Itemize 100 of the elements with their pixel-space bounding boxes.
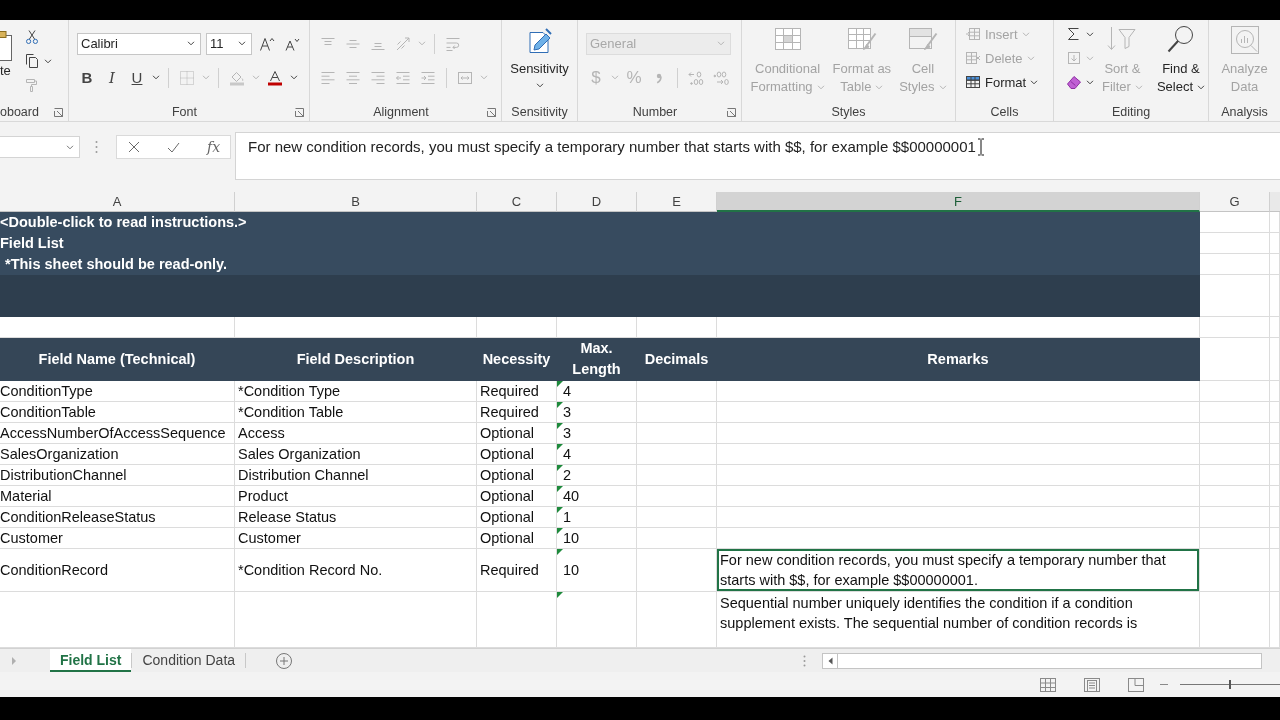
column-header[interactable]: F — [717, 192, 1200, 212]
empty-cell — [1200, 402, 1270, 423]
paste-button[interactable]: te — [0, 20, 14, 80]
table-cell: ConditionRecord — [0, 549, 235, 592]
find-select-button[interactable]: Find & Select — [1152, 20, 1210, 96]
table-cell: ConditionTable — [0, 402, 235, 423]
normal-view-icon[interactable] — [1040, 677, 1056, 692]
sensitivity-button[interactable]: Sensitivity — [506, 20, 573, 96]
caret-icon[interactable] — [44, 58, 52, 64]
italic-button[interactable]: I — [102, 66, 122, 89]
empty-cell — [1270, 507, 1280, 528]
empty-cell — [1270, 486, 1280, 507]
table-cell: Release Status — [235, 507, 477, 528]
eraser-icon[interactable] — [1066, 74, 1082, 90]
caret-icon[interactable] — [1086, 31, 1094, 37]
table-header-cell: Field Description — [235, 338, 477, 381]
table-header-cell: Decimals — [637, 338, 717, 381]
table-cell: *Condition Table — [235, 402, 477, 423]
cell-value: 10 — [563, 529, 580, 548]
horizontal-scrollbar[interactable] — [822, 652, 1262, 669]
table-cell: Required — [477, 549, 557, 592]
cell-value: 40 — [563, 487, 580, 506]
page-layout-icon[interactable] — [1084, 677, 1100, 692]
caret-icon[interactable] — [152, 75, 160, 80]
empty-cell — [1200, 528, 1270, 549]
empty-cell — [1200, 317, 1270, 338]
empty-cell — [1200, 381, 1270, 402]
group-label: Sensitivity — [511, 105, 568, 119]
table-grid-icon — [965, 74, 981, 90]
caret-icon — [187, 41, 195, 46]
table-cell: Customer — [235, 528, 477, 549]
group-label: oboard — [0, 105, 39, 119]
insert-cells-icon — [965, 26, 981, 42]
instruction-text: <Double-click to read instructions.> — [0, 213, 247, 232]
empty-cell — [1270, 275, 1280, 317]
dialog-launcher-icon[interactable] — [54, 107, 63, 117]
empty-cell — [1270, 465, 1280, 486]
font-color-icon[interactable] — [267, 69, 283, 86]
dialog-launcher-icon[interactable] — [487, 107, 496, 117]
empty-cell — [1270, 402, 1280, 423]
dialog-launcher-icon[interactable] — [295, 107, 304, 117]
sheet-tab[interactable]: Condition Data — [132, 649, 246, 672]
plus-circle-icon[interactable] — [276, 652, 293, 669]
empty-cell — [1270, 381, 1280, 402]
font-name-field[interactable]: Calibri — [77, 32, 201, 55]
cell-value: 1 — [563, 508, 572, 527]
empty-cell — [1200, 212, 1270, 233]
format-button[interactable]: Format — [965, 70, 1039, 94]
vertical-dots-icon[interactable] — [803, 654, 806, 667]
table-cell: *Condition Type — [235, 381, 477, 402]
copy-icon[interactable] — [24, 53, 40, 69]
page-break-preview-icon[interactable] — [1128, 677, 1144, 692]
empty-cell — [1200, 444, 1270, 465]
table-cell: ConditionType — [0, 381, 235, 402]
empty-cell — [1270, 549, 1280, 592]
empty-cell — [1200, 233, 1270, 254]
table-cell: Required — [477, 381, 557, 402]
caret-icon[interactable] — [290, 75, 298, 80]
cell-value: 10 — [563, 561, 580, 580]
arrow-right-icon[interactable] — [11, 655, 17, 666]
underline-button[interactable]: U — [127, 66, 147, 89]
sheet-title: Field List — [0, 234, 64, 253]
dialog-launcher-icon[interactable] — [727, 107, 736, 117]
scissors-icon[interactable] — [24, 29, 40, 45]
empty-cell — [1270, 423, 1280, 444]
checkmark-icon[interactable] — [167, 141, 180, 153]
sigma-icon[interactable] — [1066, 26, 1082, 42]
name-box[interactable] — [0, 136, 80, 158]
table-cell: Product — [235, 486, 477, 507]
table-cell: Optional — [477, 444, 557, 465]
cell-value: 3 — [563, 424, 572, 443]
arrow-left-icon[interactable] — [827, 656, 833, 665]
table-cell: Sales Organization — [235, 444, 477, 465]
group-label: Styles — [831, 105, 866, 119]
empty-cell — [1200, 486, 1270, 507]
sheet-tab[interactable]: Field List — [50, 649, 132, 672]
cell-value: 4 — [563, 382, 572, 401]
empty-cell — [1200, 423, 1270, 444]
table-cell: DistributionChannel — [0, 465, 235, 486]
table-cell: Material — [0, 486, 235, 507]
empty-cell — [1270, 233, 1280, 254]
empty-cell — [1200, 254, 1270, 275]
caret-icon[interactable] — [1086, 79, 1094, 85]
minus-icon[interactable] — [1160, 683, 1168, 686]
caret-icon — [717, 41, 725, 46]
insert-function-button[interactable]: fx — [207, 139, 221, 155]
group-label: Alignment — [373, 105, 429, 119]
font-grow-icon[interactable] — [259, 35, 275, 52]
table-cell: SalesOrganization — [0, 444, 235, 465]
font-size-field[interactable]: 11 — [206, 32, 252, 55]
table-cell: Optional — [477, 423, 557, 444]
bold-button[interactable]: B — [77, 66, 97, 89]
cell-value: 4 — [563, 445, 572, 464]
group-label: Analysis — [1221, 105, 1268, 119]
note-text: *This sheet should be read-only. — [5, 255, 228, 274]
cross-icon[interactable] — [128, 141, 140, 153]
caret-icon — [238, 41, 246, 46]
formula-field[interactable]: For new condition records, you must specify a temporary number that starts with $$, for example $$00000001 — [235, 132, 1280, 180]
text-cursor-icon — [976, 138, 985, 156]
table-cell: ConditionReleaseStatus — [0, 507, 235, 528]
